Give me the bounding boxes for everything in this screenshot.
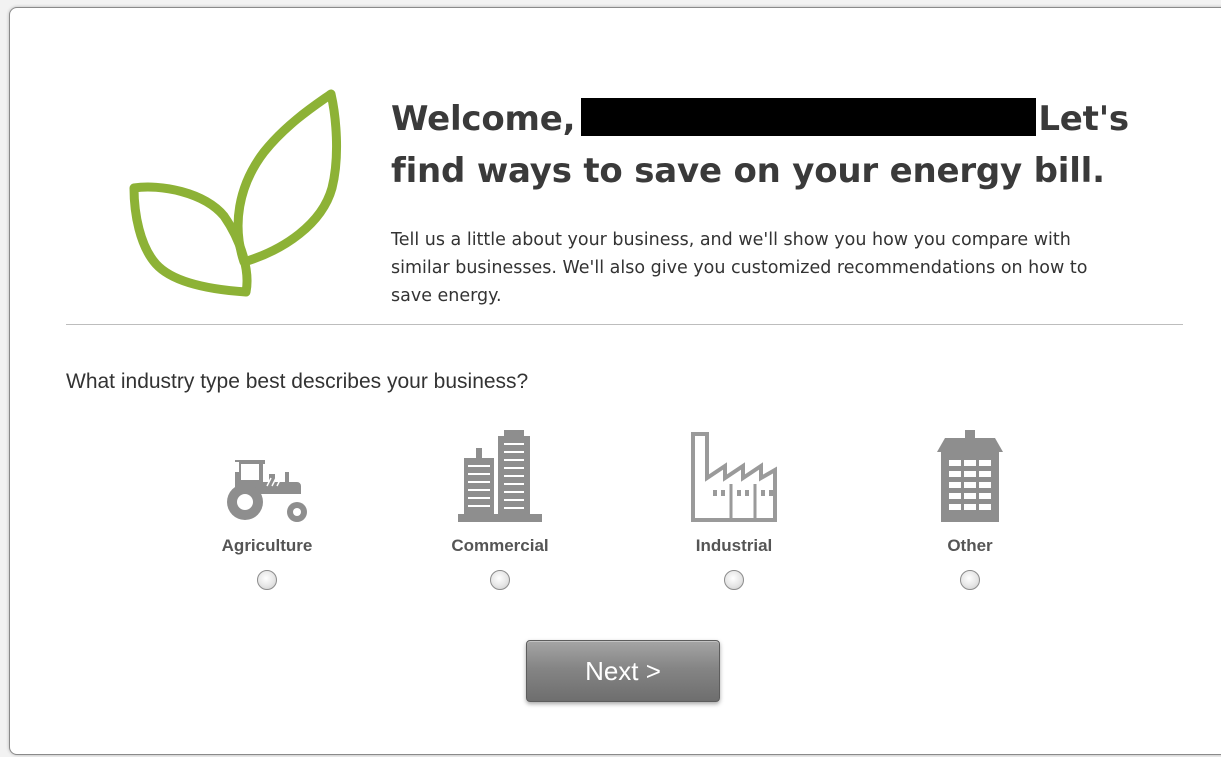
welcome-heading: Welcome, Let's find ways to save on your … xyxy=(391,93,1181,197)
welcome-greeting: Welcome, xyxy=(391,99,576,139)
tractor-icon-wrap xyxy=(187,426,347,528)
industrial-radio[interactable] xyxy=(724,570,744,590)
office-buildings-icon xyxy=(458,430,542,522)
industry-option-commercial[interactable]: Commercial xyxy=(420,426,580,590)
office-buildings-icon-wrap xyxy=(420,426,580,528)
industry-label: Industrial xyxy=(695,536,773,555)
redacted-name xyxy=(581,98,1037,136)
intro-text: Tell us a little about your business, an… xyxy=(391,230,1088,306)
industry-label: Commercial xyxy=(451,536,549,555)
divider xyxy=(66,324,1183,325)
factory-icon xyxy=(691,432,777,522)
factory-icon-wrap xyxy=(654,426,814,528)
tractor-icon xyxy=(227,460,307,522)
welcome-dialog: Welcome, Let's find ways to save on your … xyxy=(9,7,1221,755)
industry-label: Agriculture xyxy=(221,536,313,555)
agriculture-radio[interactable] xyxy=(257,570,277,590)
industry-option-other[interactable]: Other xyxy=(890,426,1050,590)
industry-question: What industry type best describes your b… xyxy=(66,370,529,393)
next-button[interactable]: Next > xyxy=(526,640,720,702)
building-icon-wrap xyxy=(890,426,1050,528)
industry-option-industrial[interactable]: Industrial xyxy=(654,426,814,590)
commercial-radio[interactable] xyxy=(490,570,510,590)
leaf-logo-icon xyxy=(129,89,342,297)
other-radio[interactable] xyxy=(960,570,980,590)
industry-option-agriculture[interactable]: Agriculture xyxy=(187,426,347,590)
building-icon xyxy=(937,430,1003,522)
industry-label: Other xyxy=(947,536,993,555)
